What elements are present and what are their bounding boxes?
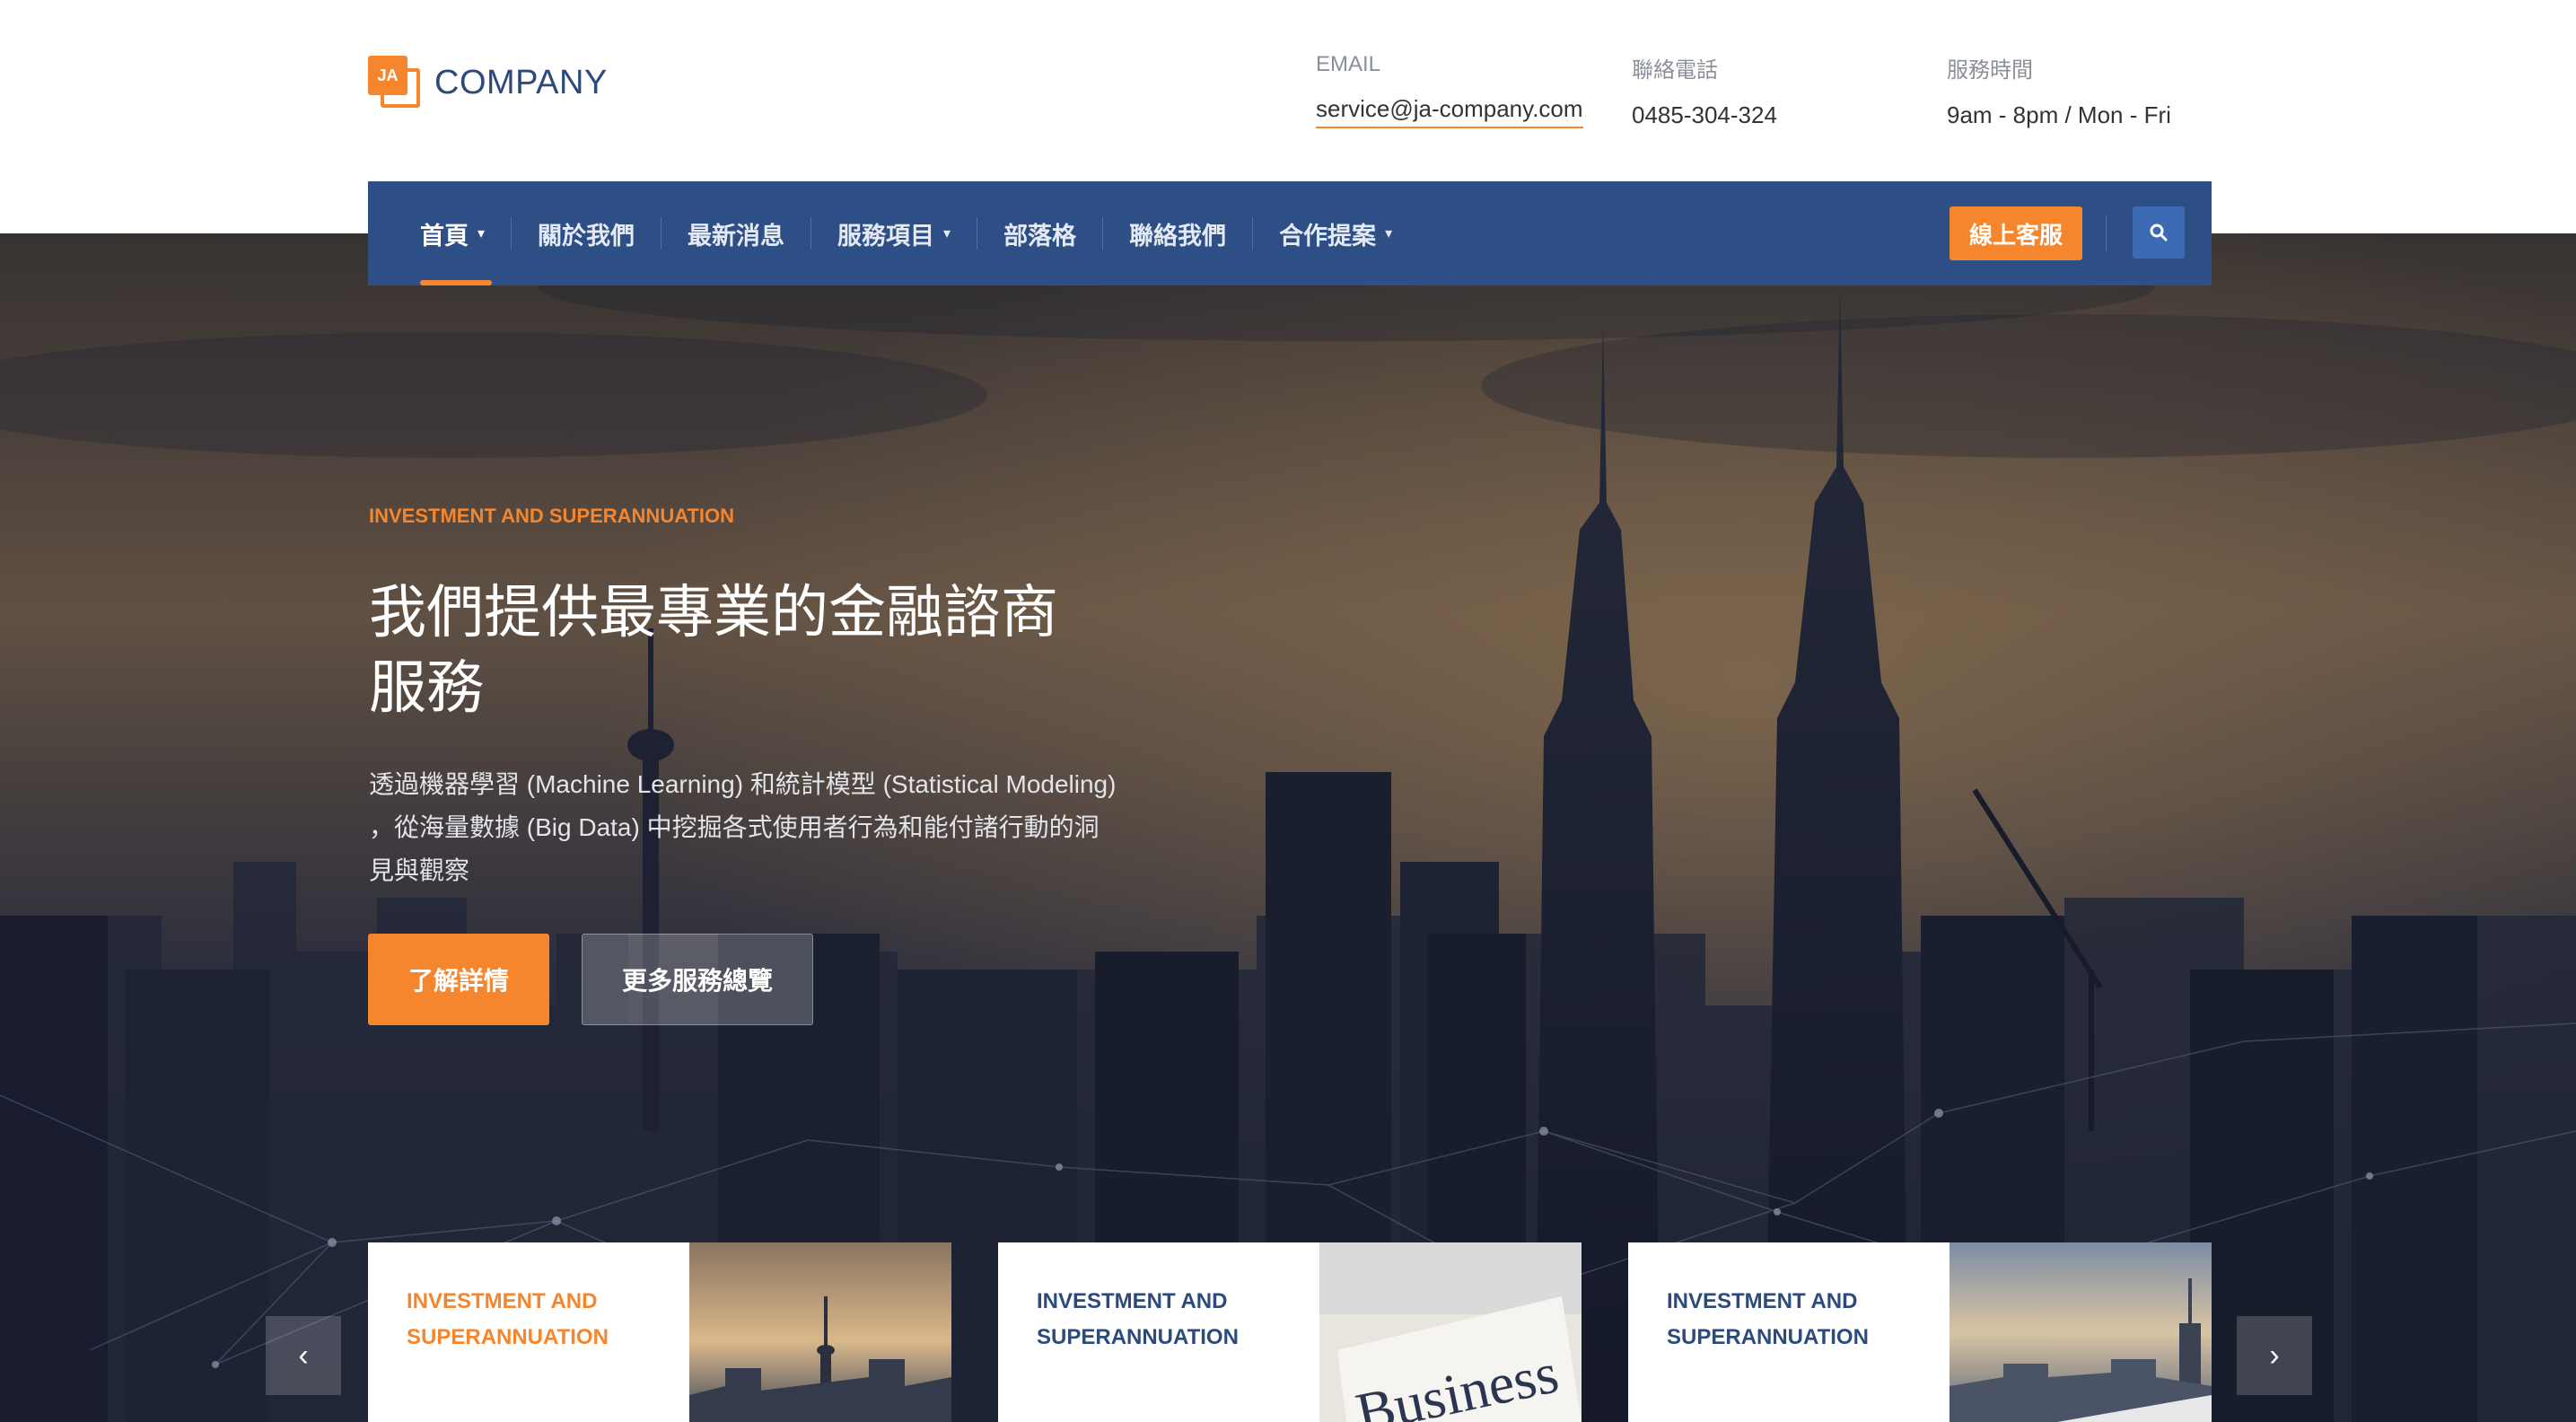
carousel-next-button[interactable]: ›	[2237, 1316, 2312, 1395]
phone-value: 0485-304-324	[1632, 101, 1777, 128]
hero-description: 透過機器學習 (Machine Learning) 和統計模型 (Statist…	[369, 770, 1117, 884]
nav-item-services[interactable]: 服務項目 ▾	[811, 181, 977, 285]
service-card[interactable]: INVESTMENT AND SUPERANNUATION	[368, 1242, 951, 1422]
card-title: INVESTMENT AND SUPERANNUATION	[1667, 1289, 1869, 1349]
contact-phone: 聯絡電話 0485-304-324	[1632, 52, 1777, 129]
city-tower-sunset-image	[689, 1242, 951, 1422]
chevron-right-icon: ›	[2269, 1338, 2280, 1373]
logo-mark-icon: JA	[368, 56, 422, 110]
city-skyline-image	[1950, 1242, 2212, 1422]
contact-hours: 服務時間 9am - 8pm / Mon - Fri	[1947, 52, 2171, 129]
nav-item-contact[interactable]: 聯絡我們	[1103, 181, 1252, 285]
online-support-button[interactable]: 線上客服	[1950, 206, 2082, 260]
card-title: INVESTMENT AND SUPERANNUATION	[1037, 1289, 1239, 1349]
chevron-down-icon: ▾	[1385, 226, 1393, 241]
nav-item-blog[interactable]: 部落格	[977, 181, 1102, 285]
contact-email: EMAIL service@ja-company.com	[1316, 52, 1583, 128]
phone-label: 聯絡電話	[1632, 58, 1718, 83]
email-label: EMAIL	[1316, 52, 1381, 76]
hours-label: 服務時間	[1947, 58, 2033, 83]
search-button[interactable]	[2133, 206, 2185, 259]
card-title: INVESTMENT AND SUPERANNUATION	[407, 1289, 609, 1349]
carousel-prev-button[interactable]: ‹	[266, 1316, 341, 1395]
chevron-down-icon: ▾	[478, 226, 486, 241]
chevron-left-icon: ‹	[298, 1338, 309, 1373]
search-icon	[2150, 224, 2168, 241]
hero-tagline: INVESTMENT AND SUPERANNUATION	[369, 505, 735, 527]
nav-item-news[interactable]: 最新消息	[662, 181, 810, 285]
service-card[interactable]: INVESTMENT AND SUPERANNUATION	[1628, 1242, 2212, 1422]
hero-title: 我們提供最專業的金融諮商服務	[369, 580, 1058, 720]
logo-text: COMPANY	[434, 63, 608, 101]
hours-value: 9am - 8pm / Mon - Fri	[1947, 101, 2171, 128]
learn-more-button[interactable]: 了解詳情	[368, 934, 549, 1025]
service-card[interactable]: INVESTMENT AND SUPERANNUATION Business	[998, 1242, 1582, 1422]
logo[interactable]: JA COMPANY	[368, 56, 608, 110]
active-indicator	[420, 280, 492, 285]
nav-divider	[2106, 215, 2107, 251]
business-newspaper-image: Business	[1319, 1242, 1582, 1422]
nav-item-partnership[interactable]: 合作提案 ▾	[1253, 181, 1418, 285]
nav-item-about[interactable]: 關於我們	[512, 181, 661, 285]
nav-item-home[interactable]: 首頁 ▾	[368, 181, 511, 285]
chevron-down-icon: ▾	[943, 226, 951, 241]
main-navigation: 首頁 ▾ 關於我們 最新消息 服務項目 ▾ 部落格 聯絡我們 合作提案 ▾ 線上客服	[368, 181, 2212, 285]
email-link[interactable]: service@ja-company.com	[1316, 95, 1583, 128]
more-services-button[interactable]: 更多服務總覽	[582, 934, 813, 1025]
